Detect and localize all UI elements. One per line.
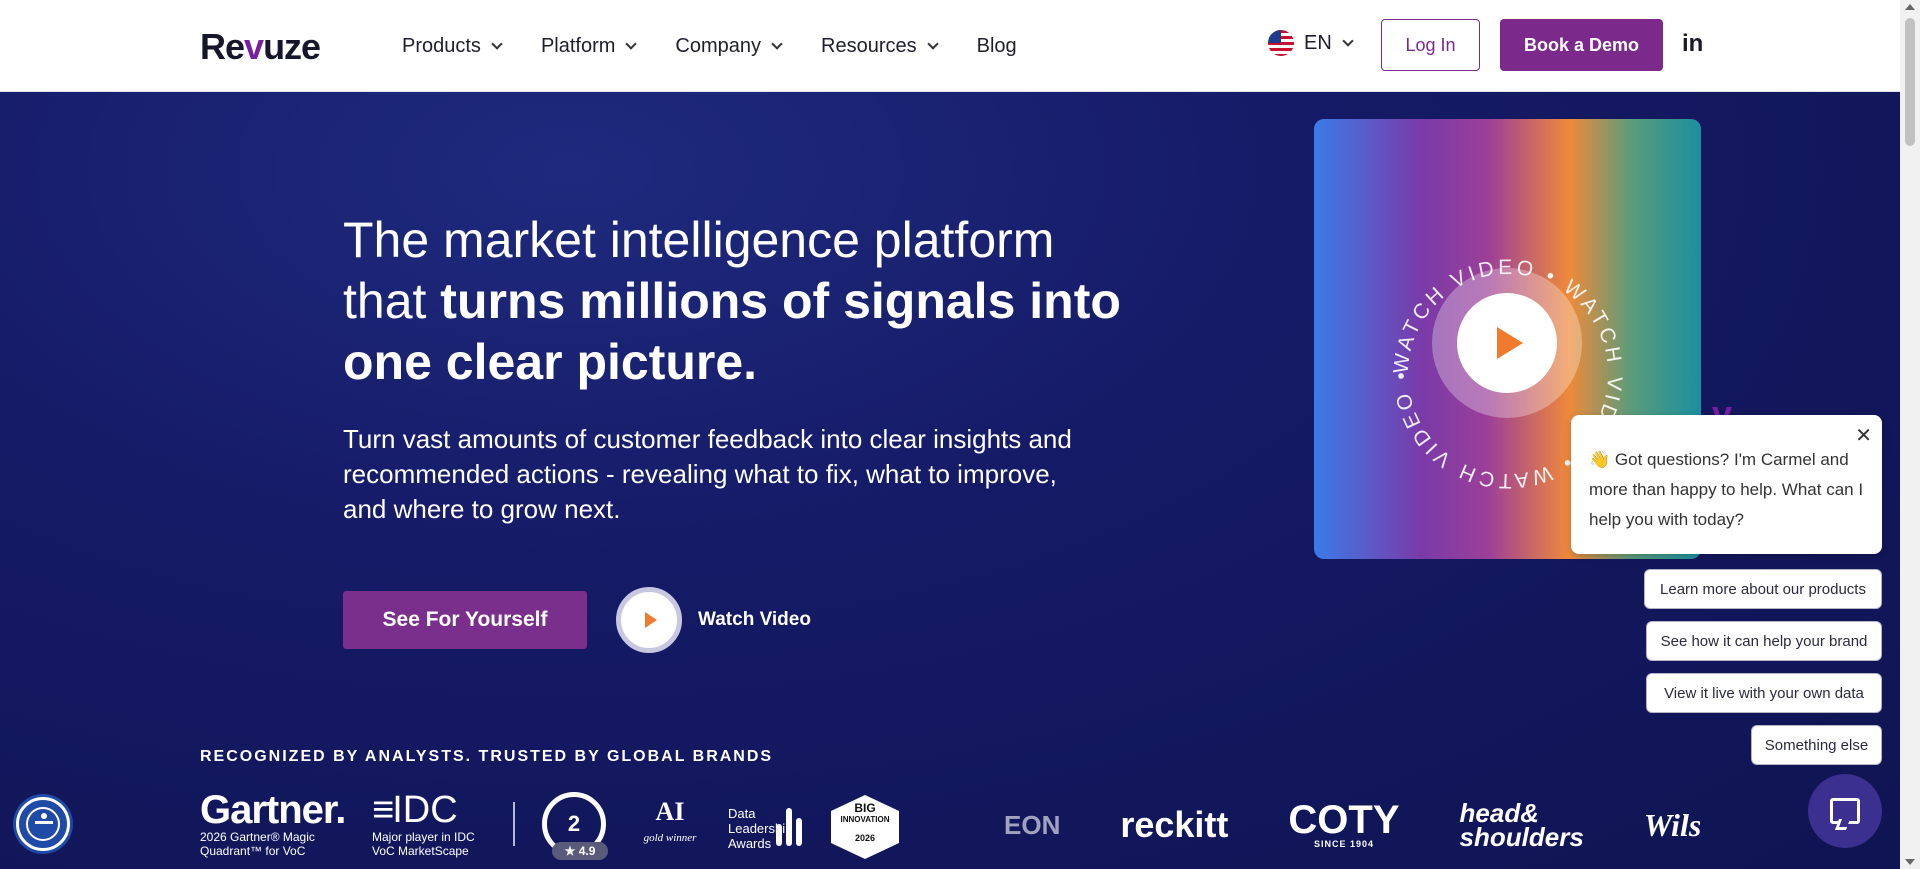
brand-coty: COTY SINCE 1904 — [1288, 798, 1400, 849]
hero-headline: The market intelligence platform that tu… — [343, 212, 1121, 390]
chat-option-products[interactable]: Learn more about our products — [1644, 569, 1882, 609]
revuze-logo[interactable]: Revuze — [200, 26, 321, 68]
hero-subtext: Turn vast amounts of customer feedback i… — [343, 424, 1072, 524]
us-flag-icon — [1268, 30, 1294, 56]
idc-badge: ≡IDC Major player in IDC VoC MarketScape — [372, 789, 475, 858]
scroll-down-arrow-icon[interactable] — [1905, 859, 1915, 865]
scroll-thumb[interactable] — [1905, 18, 1915, 146]
watch-video-link[interactable]: Watch Video — [616, 587, 811, 653]
chevron-down-icon — [771, 37, 783, 50]
linkedin-icon[interactable]: in — [1682, 30, 1703, 58]
nav-blog[interactable]: Blog — [977, 35, 1017, 58]
brand-reckitt: reckitt — [1120, 804, 1229, 845]
main-nav: Products Platform Company Resources Blog — [402, 0, 1057, 92]
brand-wilson: Wilson — [1643, 806, 1700, 843]
chat-message-text: 👋 Got questions? I'm Carmel and more tha… — [1589, 450, 1864, 529]
language-selector[interactable]: EN — [1268, 30, 1354, 56]
chat-option-something-else[interactable]: Something else — [1751, 725, 1882, 765]
chevron-down-icon — [1342, 34, 1354, 47]
book-demo-button[interactable]: Book a Demo — [1500, 19, 1663, 71]
recognition-label: RECOGNIZED BY ANALYSTS. TRUSTED BY GLOBA… — [200, 748, 774, 765]
nav-products[interactable]: Products — [402, 35, 503, 58]
see-for-yourself-button[interactable]: See For Yourself — [343, 591, 587, 649]
nav-resources[interactable]: Resources — [821, 35, 939, 58]
login-button[interactable]: Log In — [1381, 19, 1480, 71]
play-icon — [616, 587, 682, 653]
close-icon[interactable]: ✕ — [1855, 421, 1872, 451]
chat-message: ✕ 👋 Got questions? I'm Carmel and more t… — [1571, 415, 1882, 554]
brand-logos-carousel: EON reckitt COTY SINCE 1904 head& shoulder… — [1004, 795, 1700, 855]
chevron-down-icon — [491, 37, 503, 50]
nav-platform[interactable]: Platform — [541, 35, 638, 58]
brand-eon: EON — [1004, 809, 1061, 840]
watch-video-label: Watch Video — [698, 609, 811, 630]
accessibility-icon[interactable] — [16, 797, 70, 851]
scroll-up-arrow-icon[interactable] — [1905, 4, 1915, 10]
dla-bars-icon — [776, 796, 804, 846]
chat-icon[interactable] — [1808, 774, 1882, 848]
play-icon[interactable] — [1457, 293, 1557, 393]
language-label: EN — [1304, 31, 1332, 54]
chevron-down-icon — [926, 37, 939, 50]
nav-company[interactable]: Company — [675, 35, 783, 58]
chevron-down-icon — [625, 37, 638, 50]
brand-head-shoulders: head& shoulders — [1459, 798, 1584, 852]
chat-option-live-data[interactable]: View it live with your own data — [1646, 673, 1882, 713]
site-header: Revuze Products Platform Company Resourc… — [0, 0, 1900, 92]
page-scrollbar[interactable] — [1900, 0, 1920, 869]
gartner-badge: Gartner. 2026 Gartner® Magic Quadrant™ f… — [200, 788, 346, 858]
chat-option-brand[interactable]: See how it can help your brand — [1646, 621, 1882, 661]
g2-rating: ★ 4.9 — [552, 842, 608, 860]
badge-divider — [513, 802, 515, 846]
ai-award-badge: AI gold winner — [643, 797, 697, 844]
